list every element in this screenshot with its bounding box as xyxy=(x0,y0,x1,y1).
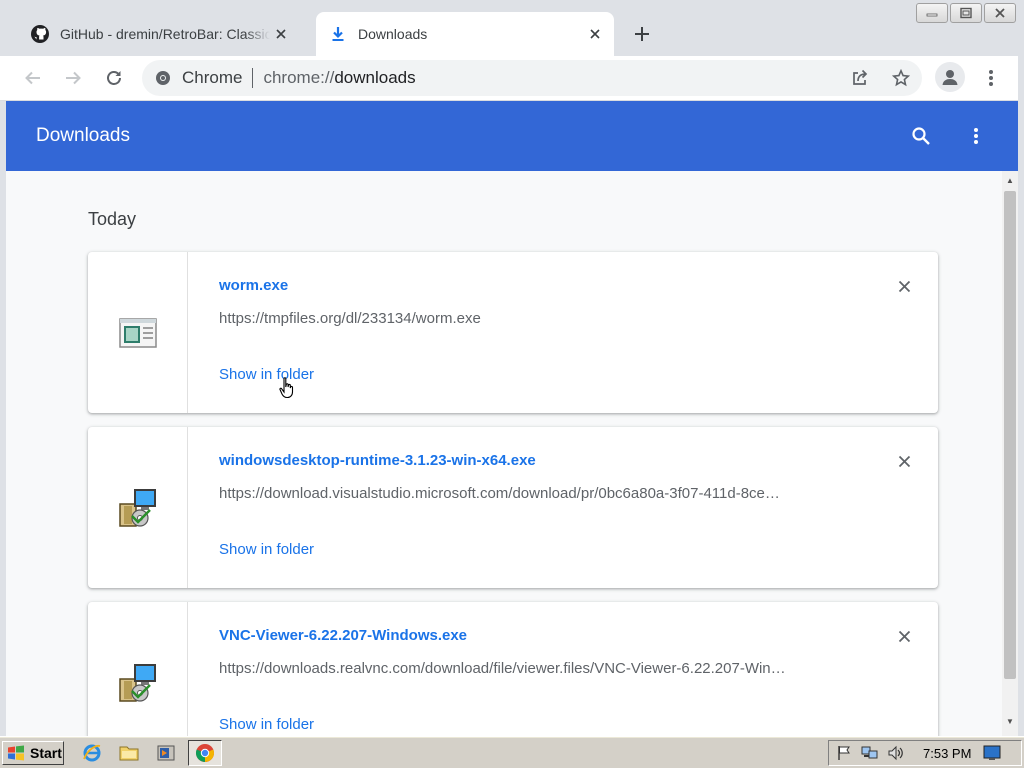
arrow-right-icon xyxy=(66,71,81,85)
scroll-up-icon[interactable]: ▲ xyxy=(1005,175,1015,185)
close-icon xyxy=(898,630,910,642)
github-icon xyxy=(28,22,52,46)
show-in-folder-link[interactable]: Show in folder xyxy=(219,366,314,383)
download-item: windowsdesktop-runtime-3.1.23-win-x64.ex… xyxy=(88,427,938,588)
bookmark-button[interactable] xyxy=(885,62,917,94)
installer-icon xyxy=(118,488,156,527)
source-url: https://download.visualstudio.microsoft.… xyxy=(219,485,780,502)
new-tab-button[interactable] xyxy=(628,20,656,48)
person-icon xyxy=(942,70,958,85)
downloads-menu-button[interactable] xyxy=(960,120,992,152)
window-controls xyxy=(916,3,1016,23)
close-icon xyxy=(995,8,1005,18)
file-icon-column xyxy=(88,602,188,736)
share-icon xyxy=(853,69,868,85)
file-name-link[interactable]: windowsdesktop-runtime-3.1.23-win-x64.ex… xyxy=(219,452,536,469)
file-name-link[interactable]: worm.exe xyxy=(219,277,288,294)
chrome-icon xyxy=(195,744,215,762)
start-label: Start xyxy=(30,745,62,761)
source-url: https://downloads.realvnc.com/download/f… xyxy=(219,660,786,677)
reload-button[interactable] xyxy=(98,62,130,94)
executable-file-icon xyxy=(118,317,157,348)
download-item: worm.exe https://tmpfiles.org/dl/233134/… xyxy=(88,252,938,413)
start-button[interactable]: Start xyxy=(2,741,64,765)
file-name-link[interactable]: VNC-Viewer-6.22.207-Windows.exe xyxy=(219,627,467,644)
search-downloads-button[interactable] xyxy=(905,120,937,152)
maximize-button[interactable] xyxy=(950,3,982,23)
download-icon xyxy=(326,22,350,46)
browser-toolbar: Chrome chrome://downloads xyxy=(0,56,1024,101)
search-icon xyxy=(912,127,930,145)
arrow-left-icon xyxy=(25,71,40,85)
installer-icon xyxy=(118,663,156,702)
window-border xyxy=(1018,56,1024,736)
tab-github[interactable]: GitHub - dremin/RetroBar: Classic Window… xyxy=(18,12,310,56)
taskbar-clock: 7:53 PM xyxy=(923,745,972,761)
minimize-button[interactable] xyxy=(916,3,948,23)
remove-item-button[interactable] xyxy=(892,624,916,648)
minimize-icon xyxy=(926,13,938,17)
show-in-folder-link[interactable]: Show in folder xyxy=(219,716,314,733)
flag-icon[interactable] xyxy=(833,742,855,764)
tab-strip: GitHub - dremin/RetroBar: Classic Window… xyxy=(0,0,1024,56)
taskbar: Start 7:53 PM xyxy=(0,736,1024,768)
more-vert-icon xyxy=(989,70,993,86)
scroll-down-icon[interactable]: ▼ xyxy=(1005,716,1015,726)
reload-icon xyxy=(107,71,121,85)
windows-logo-icon xyxy=(8,745,24,761)
internet-explorer-icon[interactable] xyxy=(80,741,104,765)
address-bar[interactable]: Chrome chrome://downloads xyxy=(142,60,922,96)
media-player-icon[interactable] xyxy=(154,741,178,765)
url-text: chrome://downloads xyxy=(263,68,416,87)
tab-downloads[interactable]: Downloads xyxy=(316,12,614,56)
scroll-thumb[interactable] xyxy=(1004,191,1016,679)
menu-button[interactable] xyxy=(975,62,1007,94)
show-desktop-icon[interactable] xyxy=(981,742,1003,764)
system-tray: 7:53 PM xyxy=(828,740,1022,766)
page-title: Downloads xyxy=(36,125,130,146)
file-icon-column xyxy=(88,427,188,588)
star-icon xyxy=(892,69,910,87)
download-item: VNC-Viewer-6.22.207-Windows.exe https://… xyxy=(88,602,938,736)
tab-title: GitHub - dremin/RetroBar: Classic Window… xyxy=(60,26,270,42)
explorer-folder-icon[interactable] xyxy=(117,741,141,765)
profile-avatar[interactable] xyxy=(935,62,965,92)
omnibox-separator xyxy=(252,68,254,88)
tab-close-icon[interactable] xyxy=(270,23,292,45)
chrome-icon xyxy=(154,69,172,87)
plus-icon xyxy=(635,27,649,41)
forward-button[interactable] xyxy=(57,62,89,94)
close-icon xyxy=(898,280,910,292)
remove-item-button[interactable] xyxy=(892,274,916,298)
taskbar-chrome-button[interactable] xyxy=(188,740,222,766)
network-icon[interactable] xyxy=(859,742,881,764)
downloads-list: Today worm.exe https://tmpfiles.org/dl/2… xyxy=(6,171,1002,736)
tab-close-icon[interactable] xyxy=(584,23,606,45)
close-window-button[interactable] xyxy=(984,3,1016,23)
date-section-title: Today xyxy=(88,209,137,229)
tab-title: Downloads xyxy=(358,26,428,42)
omnibox-label: Chrome xyxy=(182,68,243,87)
show-in-folder-link[interactable]: Show in folder xyxy=(219,541,314,558)
share-button[interactable] xyxy=(844,62,876,94)
restore-icon xyxy=(960,7,972,19)
more-vert-icon xyxy=(974,128,978,144)
close-icon xyxy=(898,455,910,467)
vertical-scrollbar[interactable]: ▲ ▼ xyxy=(1002,171,1018,736)
volume-icon[interactable] xyxy=(885,742,907,764)
downloads-header: Downloads xyxy=(6,101,1018,171)
remove-item-button[interactable] xyxy=(892,449,916,473)
file-icon-column xyxy=(88,252,188,413)
source-url: https://tmpfiles.org/dl/233134/worm.exe xyxy=(219,310,481,327)
back-button[interactable] xyxy=(17,62,49,94)
